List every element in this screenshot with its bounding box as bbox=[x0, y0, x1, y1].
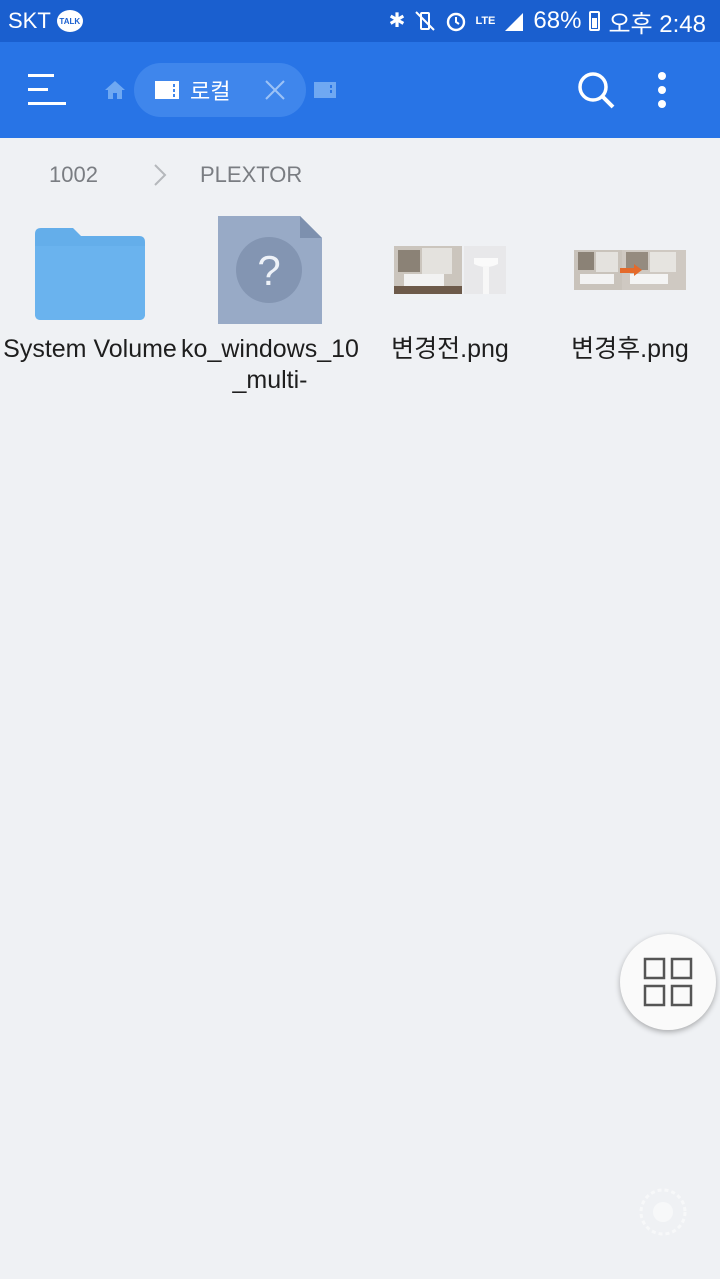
image-thumbnail bbox=[360, 210, 540, 330]
carrier-label: SKT bbox=[8, 8, 51, 33]
chevron-right-icon bbox=[154, 164, 167, 186]
battery-percent: 68% bbox=[533, 7, 582, 34]
file-item-folder[interactable]: System Volume bbox=[0, 210, 180, 410]
tab-local[interactable]: 로컬 bbox=[134, 63, 306, 117]
search-icon[interactable] bbox=[576, 70, 616, 110]
menu-icon[interactable] bbox=[28, 72, 68, 106]
file-item-image[interactable]: 변경후.png bbox=[540, 210, 720, 410]
more-icon[interactable] bbox=[650, 70, 674, 110]
file-name: 변경후.png bbox=[571, 335, 689, 363]
status-right: ✱ LTE 68% 오후 2:48 bbox=[389, 4, 706, 39]
tab-label: 로컬 bbox=[190, 79, 231, 104]
signal-icon bbox=[505, 13, 524, 31]
talk-badge: TALK bbox=[59, 16, 81, 26]
bluetooth-icon: ✱ bbox=[388, 10, 406, 32]
toolbar: 로컬 bbox=[0, 42, 720, 138]
vibrate-mute-icon bbox=[415, 11, 436, 31]
grid-view-button[interactable] bbox=[620, 934, 716, 1030]
close-icon[interactable] bbox=[264, 79, 286, 101]
file-name: ko_windows_10_multi- bbox=[181, 335, 359, 394]
svg-text:?: ? bbox=[257, 247, 280, 294]
file-item-image[interactable]: 변경전.png bbox=[360, 210, 540, 410]
breadcrumb-item-1002[interactable]: 1002 bbox=[49, 162, 98, 188]
network-label: LTE bbox=[475, 14, 496, 27]
breadcrumb-item-plextor[interactable]: PLEXTOR bbox=[200, 162, 302, 188]
alarm-icon bbox=[447, 12, 466, 32]
file-name: System Volume bbox=[3, 335, 177, 363]
storage-icon bbox=[155, 81, 179, 99]
status-bar: SKT TALK ✱ LTE 68% 오후 2:48 bbox=[0, 0, 720, 42]
battery-icon bbox=[589, 11, 601, 31]
image-thumbnail bbox=[540, 210, 720, 330]
grid-icon bbox=[643, 957, 693, 1007]
unknown-file-icon: ? bbox=[180, 210, 360, 330]
kakaotalk-icon: TALK bbox=[56, 10, 83, 32]
folder-icon bbox=[0, 210, 180, 330]
home-icon[interactable] bbox=[103, 78, 127, 102]
file-name: 변경전.png bbox=[391, 335, 509, 363]
storage-icon[interactable] bbox=[313, 81, 337, 99]
clock: 오후 2:48 bbox=[608, 10, 706, 38]
file-item-unknown[interactable]: ? ko_windows_10_multi- bbox=[180, 210, 360, 410]
status-left: SKT TALK bbox=[8, 8, 83, 34]
watermark-logo bbox=[639, 1188, 687, 1236]
breadcrumb: 1002 PLEXTOR bbox=[0, 138, 720, 210]
